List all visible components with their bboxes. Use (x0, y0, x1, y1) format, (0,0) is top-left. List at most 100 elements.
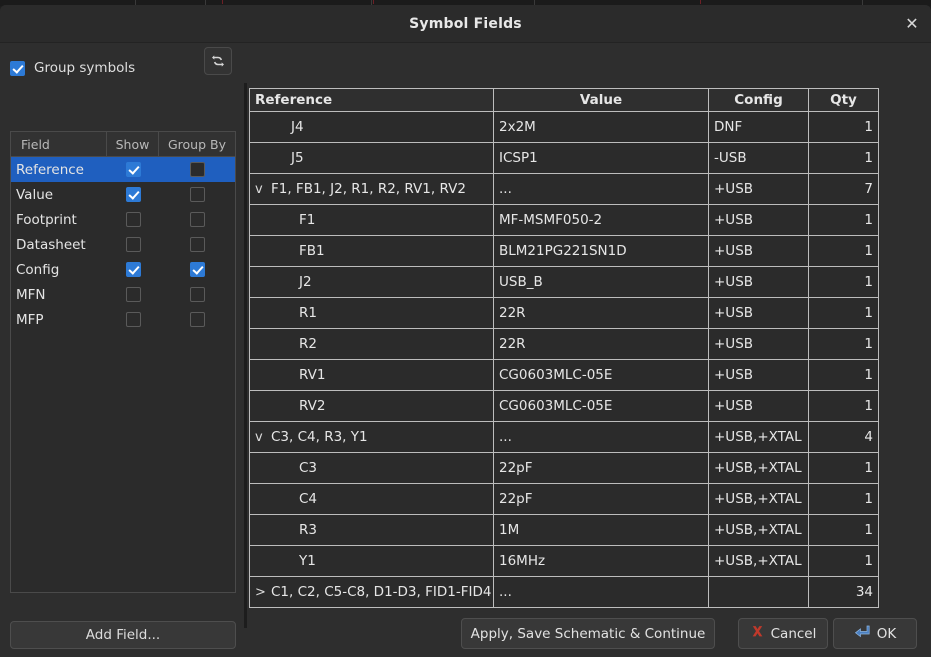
grid-cell-value[interactable]: 22R (493, 328, 709, 360)
grid-cell-qty[interactable]: 1 (808, 545, 879, 577)
grid-cell-reference[interactable]: v F1, FB1, J2, R1, R2, RV1, RV2 (249, 173, 494, 205)
grid-cell-reference[interactable]: R3 (249, 514, 494, 546)
field-show-cell[interactable] (107, 287, 159, 302)
field-show-cell[interactable] (107, 212, 159, 227)
field-row[interactable]: Reference (11, 157, 235, 182)
grid-cell-config[interactable]: +USB,+XTAL (708, 545, 809, 577)
grid-cell-value[interactable]: ... (493, 421, 709, 453)
field-show-checkbox[interactable] (125, 262, 141, 277)
grid-row[interactable]: J2 USB_B +USB 1 (249, 266, 879, 298)
grid-cell-qty[interactable]: 1 (808, 514, 879, 546)
grid-cell-config[interactable]: +USB (708, 297, 809, 329)
grid-cell-value[interactable]: CG0603MLC-05E (493, 390, 709, 422)
grid-cell-qty[interactable]: 34 (808, 576, 879, 608)
field-show-checkbox[interactable] (125, 312, 141, 327)
chevron-down-icon[interactable]: v (255, 182, 269, 197)
field-show-cell[interactable] (107, 162, 159, 177)
field-groupby-checkbox[interactable] (189, 212, 205, 227)
grid-row[interactable]: v F1, FB1, J2, R1, R2, RV1, RV2... +USB 7 (249, 173, 879, 205)
grid-row[interactable]: J5 ICSP1 -USB 1 (249, 142, 879, 174)
grid-row[interactable]: RV1 CG0603MLC-05E +USB 1 (249, 359, 879, 391)
group-symbols-checkbox[interactable] (10, 60, 25, 76)
field-show-cell[interactable] (107, 312, 159, 327)
field-show-checkbox[interactable] (125, 212, 141, 227)
grid-header-config[interactable]: Config (708, 88, 809, 112)
grid-cell-config[interactable]: +USB,+XTAL (708, 421, 809, 453)
grid-row[interactable]: R1 22R +USB 1 (249, 297, 879, 329)
grid-cell-qty[interactable]: 1 (808, 297, 879, 329)
grid-cell-qty[interactable]: 1 (808, 235, 879, 267)
grid-cell-value[interactable]: CG0603MLC-05E (493, 359, 709, 391)
field-show-checkbox[interactable] (125, 287, 141, 302)
grid-cell-value[interactable]: USB_B (493, 266, 709, 298)
field-row[interactable]: Value (11, 182, 235, 207)
grid-cell-value[interactable]: 22pF (493, 483, 709, 515)
apply-save-continue-button[interactable]: Apply, Save Schematic & Continue (461, 618, 715, 649)
grid-header-qty[interactable]: Qty (808, 88, 879, 112)
grid-cell-qty[interactable]: 1 (808, 111, 879, 143)
field-row[interactable]: MFP (11, 307, 235, 332)
field-show-cell[interactable] (107, 262, 159, 277)
grid-cell-value[interactable]: 2x2M (493, 111, 709, 143)
field-row[interactable]: Footprint (11, 207, 235, 232)
grid-cell-qty[interactable]: 1 (808, 483, 879, 515)
ok-button[interactable]: OK (833, 618, 917, 649)
field-groupby-cell[interactable] (159, 162, 235, 177)
grid-row[interactable]: v C3, C4, R3, Y1... +USB,+XTAL 4 (249, 421, 879, 453)
grid-cell-config[interactable]: +USB (708, 390, 809, 422)
field-groupby-cell[interactable] (159, 262, 235, 277)
grid-row[interactable]: FB1 BLM21PG221SN1D +USB 1 (249, 235, 879, 267)
grid-cell-qty[interactable]: 1 (808, 390, 879, 422)
grid-header-value[interactable]: Value (493, 88, 709, 112)
grid-row[interactable]: RV2 CG0603MLC-05E +USB 1 (249, 390, 879, 422)
field-show-checkbox[interactable] (125, 187, 141, 202)
grid-cell-value[interactable]: 22pF (493, 452, 709, 484)
field-groupby-checkbox[interactable] (189, 287, 205, 302)
grid-cell-config[interactable]: +USB (708, 266, 809, 298)
field-row[interactable]: Config (11, 257, 235, 282)
grid-cell-config[interactable]: DNF (708, 111, 809, 143)
field-groupby-checkbox[interactable] (189, 262, 205, 277)
grid-cell-reference[interactable]: R2 (249, 328, 494, 360)
grid-cell-qty[interactable]: 4 (808, 421, 879, 453)
grid-cell-config[interactable]: +USB (708, 204, 809, 236)
grid-cell-reference[interactable]: J5 (249, 142, 494, 174)
grid-cell-reference[interactable]: F1 (249, 204, 494, 236)
grid-cell-reference[interactable]: J2 (249, 266, 494, 298)
field-groupby-checkbox[interactable] (189, 187, 205, 202)
cancel-button[interactable]: Cancel (738, 618, 828, 649)
field-groupby-cell[interactable] (159, 312, 235, 327)
chevron-right-icon[interactable]: > (255, 585, 269, 600)
grid-cell-reference[interactable]: FB1 (249, 235, 494, 267)
grid-cell-reference[interactable]: Y1 (249, 545, 494, 577)
grid-cell-qty[interactable]: 7 (808, 173, 879, 205)
grid-cell-reference[interactable]: RV2 (249, 390, 494, 422)
grid-cell-qty[interactable]: 1 (808, 204, 879, 236)
grid-cell-reference[interactable]: v C3, C4, R3, Y1 (249, 421, 494, 453)
grid-cell-config[interactable]: +USB (708, 235, 809, 267)
grid-cell-config[interactable]: -USB (708, 142, 809, 174)
grid-cell-reference[interactable]: RV1 (249, 359, 494, 391)
grid-cell-value[interactable]: 1M (493, 514, 709, 546)
grid-cell-config[interactable]: +USB (708, 359, 809, 391)
field-groupby-cell[interactable] (159, 237, 235, 252)
grid-cell-reference[interactable]: C4 (249, 483, 494, 515)
grid-cell-qty[interactable]: 1 (808, 328, 879, 360)
field-show-cell[interactable] (107, 187, 159, 202)
grid-row[interactable]: J4 2x2M DNF 1 (249, 111, 879, 143)
field-groupby-checkbox[interactable] (189, 237, 205, 252)
grid-row[interactable]: C4 22pF +USB,+XTAL 1 (249, 483, 879, 515)
grid-cell-value[interactable]: MF-MSMF050-2 (493, 204, 709, 236)
field-show-checkbox[interactable] (125, 162, 141, 177)
grid-cell-value[interactable]: BLM21PG221SN1D (493, 235, 709, 267)
panel-splitter[interactable] (243, 83, 248, 628)
grid-cell-qty[interactable]: 1 (808, 266, 879, 298)
grid-cell-value[interactable]: ... (493, 173, 709, 205)
grid-cell-reference[interactable]: J4 (249, 111, 494, 143)
grid-row[interactable]: R2 22R +USB 1 (249, 328, 879, 360)
grid-cell-reference[interactable]: R1 (249, 297, 494, 329)
field-groupby-cell[interactable] (159, 187, 235, 202)
grid-header-reference[interactable]: Reference (249, 88, 494, 112)
grid-cell-reference[interactable]: C3 (249, 452, 494, 484)
field-groupby-checkbox[interactable] (189, 162, 205, 177)
